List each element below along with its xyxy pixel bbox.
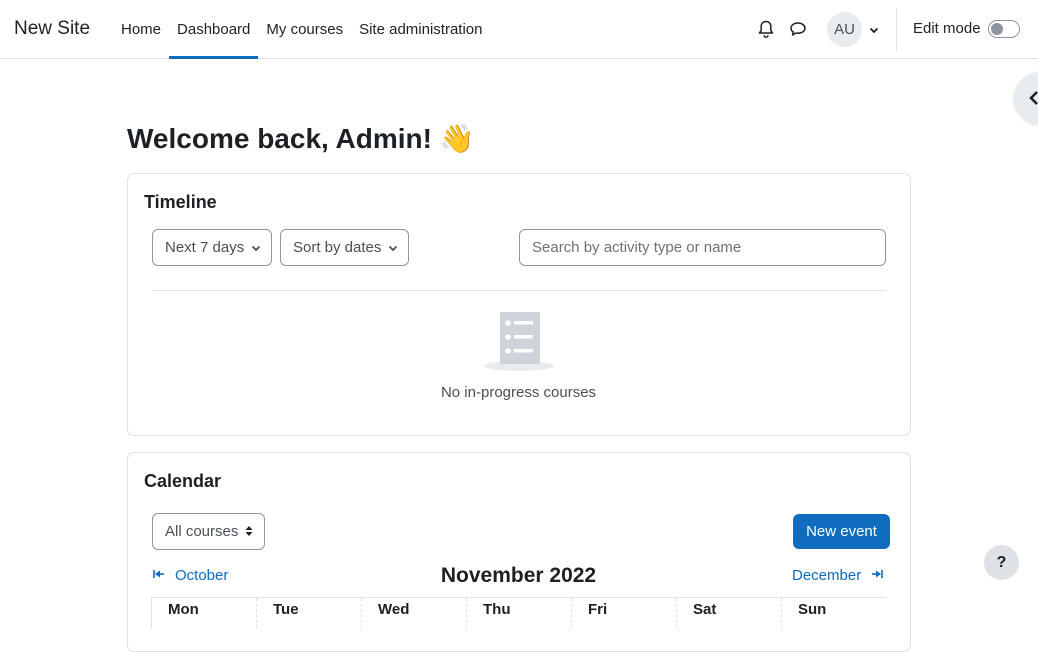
navbar-divider — [896, 8, 897, 51]
weekday-sat: Sat — [676, 598, 781, 628]
weekday-fri: Fri — [571, 598, 676, 628]
nav-item-my-courses[interactable]: My courses — [258, 0, 351, 59]
next-month-label: December — [792, 567, 862, 584]
sort-updown-icon — [245, 526, 253, 536]
help-button[interactable]: ? — [984, 545, 1019, 580]
top-navbar: New Site Home Dashboard My courses Site … — [0, 0, 1038, 59]
timeline-sort-value: Sort by dates — [293, 239, 382, 256]
calendar-course-value: All courses — [165, 523, 239, 540]
timeline-sort-select[interactable]: Sort by dates — [280, 229, 409, 266]
weekday-thu: Thu — [466, 598, 571, 628]
chevron-down-icon — [251, 245, 261, 252]
user-avatar[interactable]: AU — [827, 12, 862, 47]
chevron-left-icon — [1029, 91, 1038, 105]
timeline-divider — [152, 290, 886, 291]
edit-mode-label: Edit mode — [913, 20, 981, 37]
chevron-down-icon[interactable] — [868, 24, 880, 36]
nav-item-site-administration[interactable]: Site administration — [351, 0, 490, 59]
weekday-mon: Mon — [151, 598, 256, 628]
messages-icon[interactable] — [788, 19, 808, 39]
chevron-down-icon — [388, 245, 398, 252]
nav-item-home[interactable]: Home — [113, 0, 169, 59]
weekday-wed: Wed — [361, 598, 466, 628]
timeline-empty-message: No in-progress courses — [440, 384, 597, 401]
toggle-knob — [991, 23, 1003, 35]
weekday-sun: Sun — [781, 598, 886, 628]
no-courses-illustration-icon — [484, 312, 554, 371]
page-title: Welcome back, Admin! 👋 — [127, 123, 475, 154]
new-event-button[interactable]: New event — [793, 514, 890, 549]
calendar-weekday-header: Mon Tue Wed Thu Fri Sat Sun — [151, 597, 886, 628]
primary-navigation: Home Dashboard My courses Site administr… — [113, 0, 491, 59]
timeline-search-input[interactable] — [519, 229, 886, 266]
edit-mode-toggle[interactable] — [988, 20, 1020, 38]
nav-item-dashboard[interactable]: Dashboard — [169, 0, 259, 59]
timeline-day-filter[interactable]: Next 7 days — [152, 229, 272, 266]
arrow-right-icon — [872, 570, 884, 578]
site-brand[interactable]: New Site — [14, 18, 90, 40]
next-month-link[interactable]: December — [792, 567, 884, 584]
bell-icon[interactable] — [756, 19, 776, 39]
timeline-title: Timeline — [144, 192, 217, 212]
weekday-tue: Tue — [256, 598, 361, 628]
calendar-title: Calendar — [144, 471, 222, 491]
calendar-course-select[interactable]: All courses — [152, 513, 265, 550]
open-block-drawer-button[interactable] — [1014, 72, 1038, 124]
timeline-day-filter-value: Next 7 days — [165, 239, 245, 256]
